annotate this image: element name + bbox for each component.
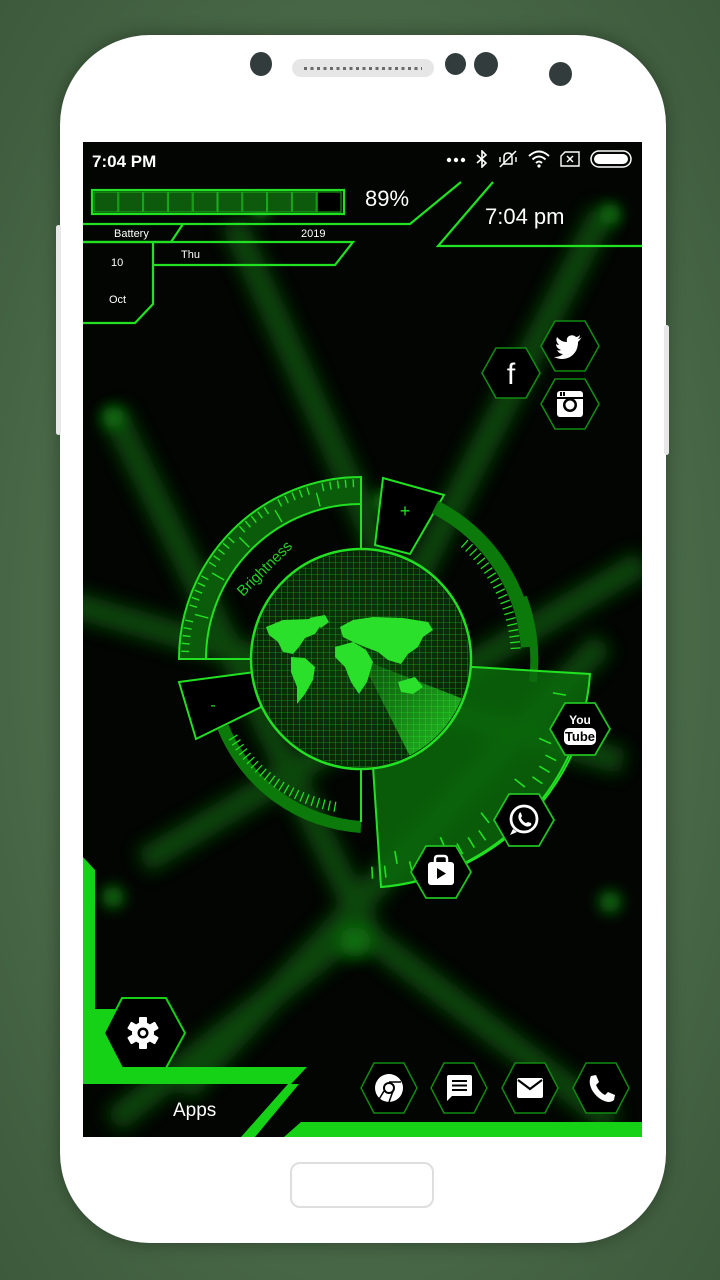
front-camera <box>474 52 498 77</box>
apps-drawer-button[interactable]: Apps <box>173 1100 216 1122</box>
phone-button[interactable] <box>572 1062 630 1114</box>
messages-button[interactable] <box>430 1062 488 1114</box>
home-button[interactable] <box>290 1162 434 1208</box>
chrome-icon <box>375 1074 403 1103</box>
volume-button <box>56 225 61 435</box>
bottom-frame <box>83 857 642 1137</box>
chrome-button[interactable] <box>360 1062 418 1114</box>
light-sensor <box>549 62 572 86</box>
settings-button[interactable] <box>103 997 187 1069</box>
email-icon <box>517 1078 543 1098</box>
power-button <box>664 325 669 455</box>
earpiece-speaker <box>292 59 434 77</box>
front-sensor <box>250 52 272 76</box>
email-button[interactable] <box>501 1062 559 1114</box>
phone-screen: 7:04 PM 89% Battery 2019 Thu 10 Oct 7:04… <box>83 142 642 1137</box>
proximity-sensor <box>445 53 466 75</box>
